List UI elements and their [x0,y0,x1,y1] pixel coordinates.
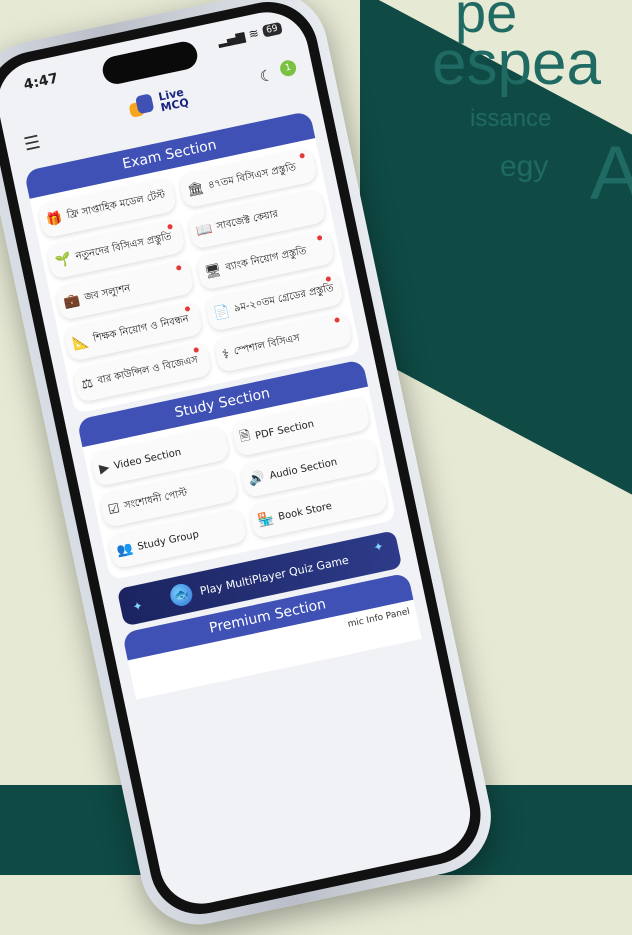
hamburger-menu-icon[interactable]: ☰ [22,132,42,156]
pdf-icon: 🗎 [238,428,252,446]
new-badge-dot [184,305,191,312]
play-icon: ▶ [97,459,111,477]
stethoscope-icon: ⚕ [220,346,231,363]
logo-mark [127,93,157,120]
sparkle-icon: ✦ [131,598,145,615]
checkbox-icon: ☑ [106,500,122,518]
briefcase-icon: 💼 [62,292,82,311]
triangle-ruler-icon: 📐 [71,333,91,352]
exam-item-label: স্পেশাল বিসিএস [232,332,301,358]
study-item-label: PDF Section [254,418,316,442]
store-icon: 🏪 [256,510,276,529]
app-logo: Live MCQ [127,86,190,120]
exam-item-label: ৪৭তম বিসিএস প্রস্তুতি [207,161,297,191]
new-badge-dot [193,347,200,353]
wifi-icon: ≋ [247,25,261,42]
exam-item-label: ফ্রি সাপ্তাহিক মডেল টেস্ট [65,189,167,221]
study-item-label: Video Section [112,446,183,472]
bank-icon: 🏛 [185,180,206,199]
study-item-label: Book Store [277,500,333,523]
dark-mode-moon-icon[interactable]: ☾ [258,66,275,86]
logo-text: Live MCQ [157,86,190,115]
new-badge-dot [175,264,182,271]
monitor-icon: 🖥 [203,262,223,281]
sparkle-icon: ✦ [372,538,385,555]
notification-bell-icon[interactable]: 1 [278,58,298,78]
exam-item-label: জব সল্যুশন [83,282,132,303]
exam-item-label: নতুনদের বিসিএস প্রস্তুতি [74,230,173,262]
exam-item-label: বার কাউন্সিল ও বিজেএস [96,354,199,387]
seedling-icon: 🌱 [53,251,73,270]
background-word: issance [470,105,552,132]
document-icon: 📄 [212,303,232,322]
new-badge-dot [167,223,173,230]
gift-icon: 🎁 [45,210,64,229]
background-word: espea [432,29,601,98]
background-word: egy [500,150,549,183]
study-item-label: Audio Section [268,456,339,482]
group-icon: 👥 [115,540,135,559]
study-item-label: সংশোধনী পোস্ট [123,487,189,512]
new-badge-dot [334,317,341,324]
new-badge-dot [299,152,306,159]
new-badge-dot [316,234,323,241]
exam-item-label: সাবজেক্ট কেয়ার [215,208,280,232]
exam-item-label: ব্যাংক নিয়োগ প্রস্তুতি [224,245,308,273]
status-icons: ▂▄▆ ≋ 69 [216,21,283,48]
audio-icon: 🔊 [247,469,267,488]
fish-mascot-icon: 🐟 [168,581,195,608]
signal-icon: ▂▄▆ [216,28,247,49]
exam-item-label: ৯ম-২০তম গ্রেডের প্রস্তুতি [233,282,335,315]
study-item-label: Study Group [136,528,200,553]
battery-icon: 69 [261,21,283,38]
background-word: A [590,131,632,216]
status-time: 4:47 [22,70,60,94]
book-open-icon: 📖 [194,221,214,240]
exam-item-label: শিক্ষক নিয়োগ ও নিবন্ধন [92,313,190,345]
scale-icon: ⚖ [79,375,95,393]
